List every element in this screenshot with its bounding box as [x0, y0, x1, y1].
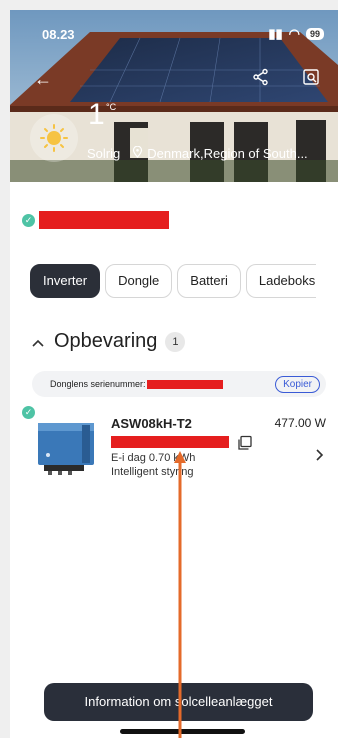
tab-inverter[interactable]: Inverter	[30, 264, 101, 298]
status-icons: ▮▮ ◠ 99	[268, 26, 324, 42]
device-power: 477.00 W	[274, 416, 326, 430]
device-type-tabs: Inverter Dongle Batteri Ladeboks	[30, 264, 316, 298]
wifi-icon: ◠	[288, 26, 300, 41]
serial-label: Donglens serienummer:	[50, 379, 146, 389]
tab-dongle[interactable]: Dongle	[105, 264, 173, 298]
pointer-arrow-annotation	[174, 451, 186, 738]
device-online-check-icon: ✓	[22, 406, 35, 419]
online-check-icon: ✓	[22, 213, 35, 227]
temperature-value: 1	[88, 98, 105, 131]
group-count-badge: 1	[165, 331, 186, 352]
serial-number-redacted	[146, 379, 223, 389]
inverter-image	[38, 423, 94, 475]
weather-condition: Solrig	[87, 146, 121, 161]
status-bar: 08.23 ▮▮ ◠ 99	[10, 24, 338, 44]
weather-line: Solrig Denmark,Region of South...	[87, 145, 308, 161]
share-icon[interactable]	[250, 68, 272, 90]
chevron-right-icon	[316, 448, 324, 464]
tab-charger[interactable]: Ladeboks	[245, 264, 316, 298]
group-title: Opbevaring	[54, 330, 158, 352]
device-serial-redacted	[111, 436, 229, 448]
site-location: Denmark,Region of South...	[147, 146, 308, 161]
site-hero: 08.23 ▮▮ ◠ 99 ← 1 °C Solrig Denmark,Regi…	[10, 10, 338, 182]
site-details-icon[interactable]	[300, 68, 322, 90]
status-time: 08.23	[42, 27, 75, 42]
copy-serial-button[interactable]: Kopier	[275, 375, 320, 393]
chevron-up-icon	[32, 334, 46, 350]
back-icon[interactable]: ←	[32, 68, 54, 90]
site-name-redacted	[39, 211, 169, 229]
signal-icon: ▮▮	[268, 26, 283, 41]
storage-group-header[interactable]: Opbevaring 1	[32, 330, 186, 353]
tab-battery[interactable]: Batteri	[177, 264, 241, 298]
site-name-row: ✓	[22, 211, 169, 229]
sunny-weather-icon	[30, 114, 78, 162]
location-pin-icon	[132, 145, 143, 161]
screen: 08.23 ▮▮ ◠ 99 ← 1 °C Solrig Denmark,Regi…	[0, 0, 338, 738]
temperature-unit: °C	[106, 102, 117, 112]
device-model: ASW08kH-T2	[111, 416, 192, 431]
battery-indicator: 99	[305, 28, 324, 40]
copy-icon[interactable]	[237, 435, 253, 451]
dongle-serial-bar: Donglens serienummer: Kopier	[32, 371, 326, 397]
